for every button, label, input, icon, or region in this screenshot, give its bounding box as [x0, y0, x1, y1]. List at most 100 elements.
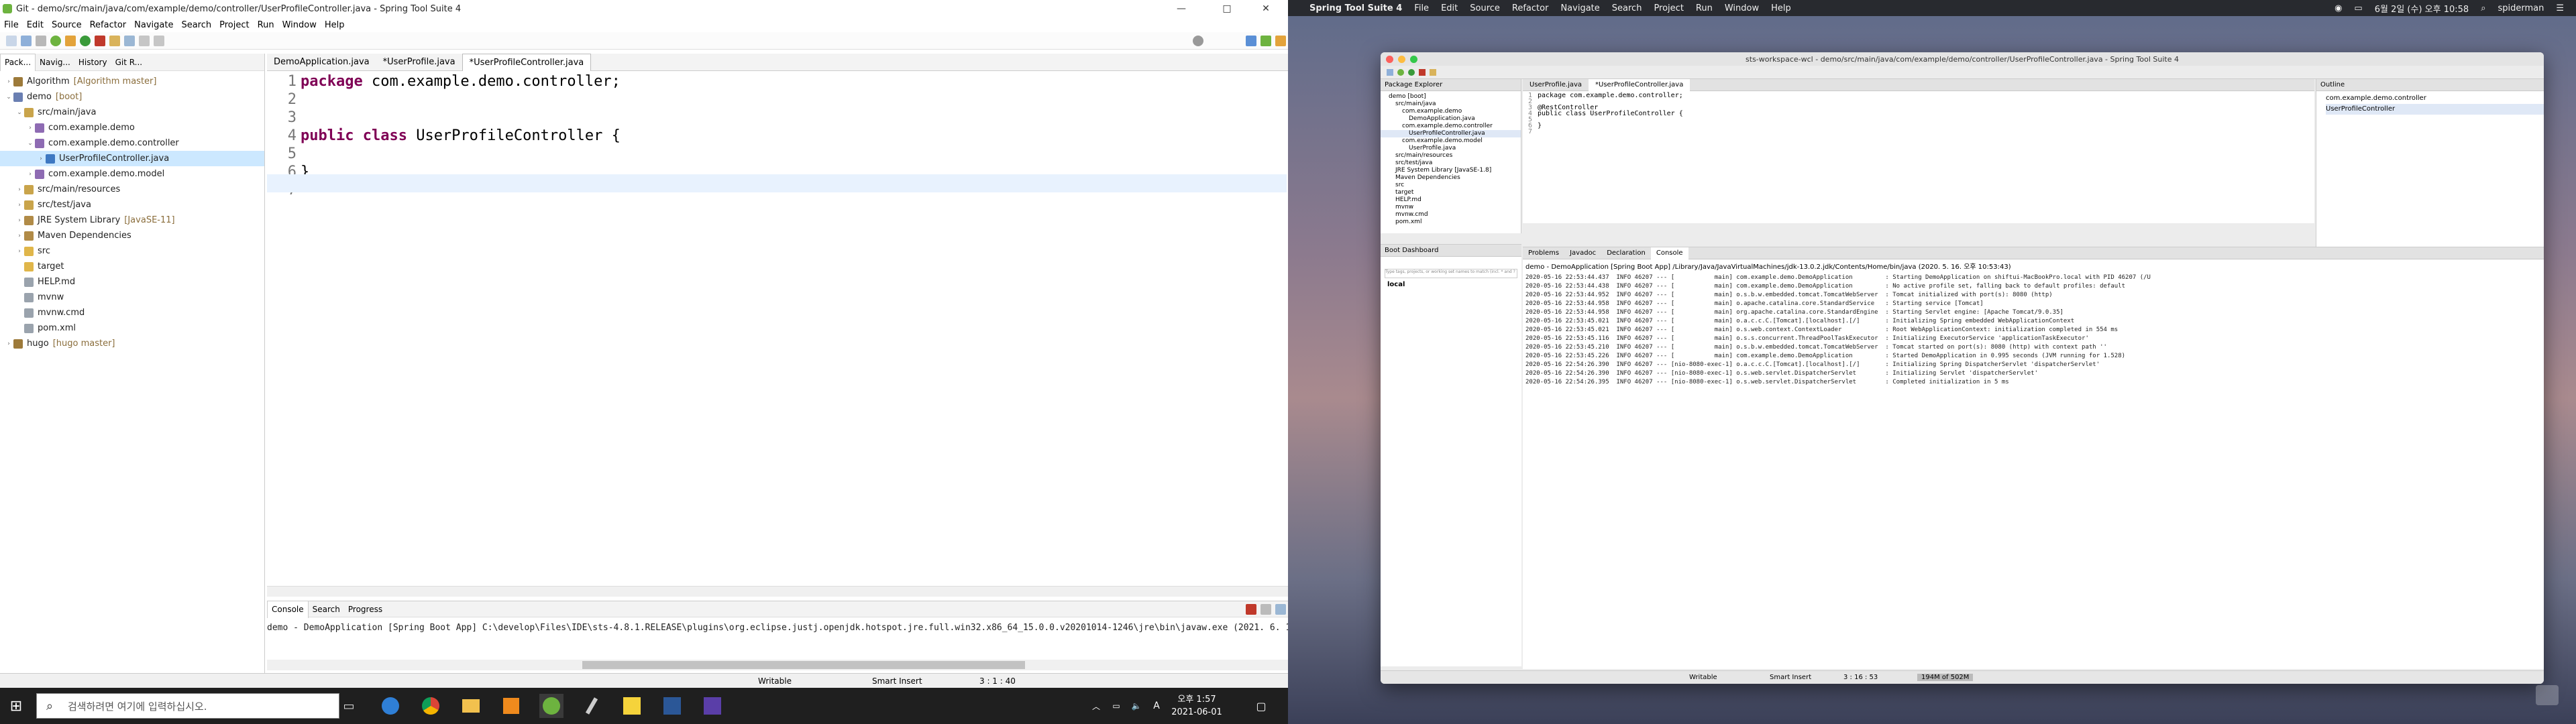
stop-icon[interactable] [95, 35, 105, 46]
editor-tab-demoapplication[interactable]: DemoApplication.java [267, 54, 376, 71]
tree-item[interactable]: › Maven Dependencies [0, 228, 264, 243]
mac-open-type-icon[interactable] [1430, 68, 1436, 76]
menu-help[interactable]: Help [325, 20, 345, 30]
tree-item[interactable]: › com.example.demo [0, 120, 264, 135]
perspective-java-icon[interactable] [1246, 35, 1256, 46]
mac-tree-item[interactable]: JRE System Library [JavaSE-1.8] [1381, 167, 1521, 174]
mac-stop-icon[interactable] [1419, 68, 1426, 76]
mac-tree-item[interactable]: pom.xml [1381, 219, 1521, 226]
mac-tree-item[interactable]: src/main/resources [1381, 152, 1521, 160]
twisty-icon[interactable]: ⌄ [15, 109, 24, 116]
forward-icon[interactable] [154, 35, 164, 46]
twisty-icon[interactable]: ⌄ [25, 140, 35, 147]
mac-boot-icon[interactable] [1397, 68, 1404, 76]
mac-tree-item[interactable]: UserProfile.java [1381, 145, 1521, 152]
new-icon[interactable] [6, 35, 17, 46]
mac-menu-window[interactable]: Window [1725, 3, 1759, 13]
tree-item[interactable]: ⌄ com.example.demo.controller [0, 135, 264, 151]
console-scrollbar[interactable] [267, 660, 1288, 670]
spotlight-icon[interactable]: ⌕ [2481, 3, 2485, 13]
debug-icon[interactable] [65, 35, 76, 46]
pen-app-icon[interactable] [580, 694, 604, 718]
editor-horizontal-scrollbar[interactable] [267, 586, 1288, 597]
tree-item[interactable]: mvnw [0, 290, 264, 305]
tree-item[interactable]: › src [0, 243, 264, 259]
open-type-icon[interactable] [109, 35, 120, 46]
tree-item[interactable]: › src/test/java [0, 197, 264, 213]
tree-item[interactable]: pom.xml [0, 320, 264, 336]
menu-project[interactable]: Project [219, 20, 249, 30]
boot-dashboard-icon[interactable] [50, 35, 61, 46]
back-icon[interactable] [139, 35, 150, 46]
mac-menu-source[interactable]: Source [1470, 3, 1500, 13]
control-center-icon[interactable]: ☰ [2556, 3, 2564, 13]
mac-menu-search[interactable]: Search [1612, 3, 1642, 13]
mac-run-icon[interactable] [1408, 68, 1415, 76]
mac-tab-userprofilecontroller[interactable]: *UserProfileController.java [1589, 78, 1690, 91]
twisty-icon[interactable]: › [15, 186, 24, 193]
mac-tab-declaration[interactable]: Declaration [1601, 249, 1651, 257]
tree-item[interactable]: › com.example.demo.model [0, 166, 264, 182]
tab-git-repositories[interactable]: Git R... [111, 58, 147, 67]
save-icon[interactable] [21, 35, 32, 46]
twisty-icon[interactable]: › [36, 156, 46, 162]
menu-source[interactable]: Source [52, 20, 82, 30]
mac-menu-refactor[interactable]: Refactor [1512, 3, 1549, 13]
mac-tree-item[interactable]: mvnw [1381, 204, 1521, 211]
tree-item[interactable]: › UserProfileController.java [0, 151, 264, 166]
mac-tree-item[interactable]: src [1381, 182, 1521, 189]
tree-item[interactable]: › Algorithm [Algorithm master] [0, 74, 264, 89]
mac-tree-item[interactable]: UserProfileController.java [1381, 130, 1521, 137]
minimize-button[interactable]: — [1166, 0, 1197, 17]
twisty-icon[interactable]: ⌄ [4, 94, 13, 101]
twisty-icon[interactable]: › [25, 125, 35, 131]
search-icon[interactable] [1193, 35, 1203, 46]
menu-window[interactable]: Window [282, 20, 317, 30]
menu-navigate[interactable]: Navigate [134, 20, 173, 30]
battery-icon[interactable]: ▭ [2354, 3, 2362, 13]
mac-tree-item[interactable]: target [1381, 189, 1521, 196]
mac-tree-item[interactable]: demo [boot] [1381, 93, 1521, 101]
ime-indicator[interactable]: A [1144, 694, 1169, 718]
tree-item[interactable]: ⌄ demo [boot] [0, 89, 264, 105]
outline-package[interactable]: com.example.demo.controller [2326, 93, 2544, 104]
visual-studio-icon[interactable] [700, 694, 724, 718]
mac-menu-project[interactable]: Project [1654, 3, 1683, 13]
mac-app-name[interactable]: Spring Tool Suite 4 [1309, 3, 1402, 13]
mac-tree-item[interactable]: com.example.demo.controller [1381, 123, 1521, 130]
mac-tab-userprofile[interactable]: UserProfile.java [1523, 81, 1589, 88]
tree-item[interactable]: › JRE System Library [JavaSE-11] [0, 213, 264, 228]
tab-console[interactable]: Console [267, 600, 309, 618]
tab-package-explorer[interactable]: Pack... [0, 53, 36, 71]
menu-refactor[interactable]: Refactor [90, 20, 127, 30]
tree-item[interactable]: ⌄ src/main/java [0, 105, 264, 120]
windows-start-icon[interactable]: ⊞ [4, 694, 28, 718]
mac-tree-item[interactable]: Maven Dependencies [1381, 174, 1521, 182]
save-all-icon[interactable] [36, 35, 46, 46]
mac-tree-item[interactable]: src/main/java [1381, 101, 1521, 108]
menu-run[interactable]: Run [258, 20, 274, 30]
task-view-icon[interactable]: ▭ [337, 694, 361, 718]
run-icon[interactable] [80, 35, 91, 46]
file-explorer-icon[interactable] [459, 694, 483, 718]
word-icon[interactable] [660, 694, 684, 718]
mac-clock[interactable]: 6월 2일 (수) 오후 10:58 [2375, 2, 2469, 15]
perspective-spring-icon[interactable] [1260, 35, 1271, 46]
outline-class[interactable]: UserProfileController [2326, 104, 2544, 115]
mac-tree-item[interactable]: HELP.md [1381, 196, 1521, 204]
twisty-icon[interactable]: › [4, 78, 13, 85]
search-toolbar-icon[interactable] [124, 35, 135, 46]
boot-dashboard-filter[interactable]: Type tags, projects, or working set name… [1385, 269, 1517, 278]
perspective-git-icon[interactable] [1275, 35, 1286, 46]
twisty-icon[interactable]: › [15, 248, 24, 255]
screenshot-thumbnail-icon[interactable] [2536, 685, 2559, 705]
sublime-icon[interactable] [499, 694, 523, 718]
mac-username[interactable]: spiderman [2498, 3, 2544, 13]
notification-icon[interactable]: ▢ [1249, 694, 1273, 718]
tree-item[interactable]: › src/main/resources [0, 182, 264, 197]
mac-tree-item[interactable]: mvnw.cmd [1381, 211, 1521, 219]
taskbar-clock[interactable]: 오후 1:57 2021-06-01 [1170, 693, 1224, 719]
sticky-notes-icon[interactable] [620, 694, 644, 718]
mac-tab-javadoc[interactable]: Javadoc [1564, 249, 1601, 257]
menu-file[interactable]: File [4, 20, 19, 30]
